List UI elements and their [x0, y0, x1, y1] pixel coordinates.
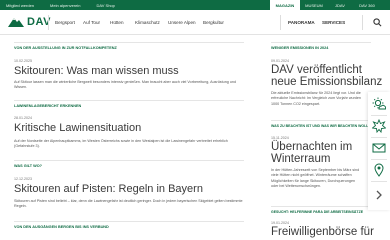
nav-item-huetten[interactable]: Hütten: [110, 20, 124, 25]
nav-item-auf-tour[interactable]: Auf Tour: [83, 20, 100, 25]
article-category: VON DEN AUSGÄNGEN BERGEN BIS INS VERBUND: [14, 225, 109, 229]
nav-divider: [48, 15, 49, 30]
article-title-line[interactable]: Übernachten im: [271, 141, 352, 154]
main-header: DAV Bergsport Auf Tour Hütten Klimaschut…: [0, 10, 390, 35]
feed-divider: [14, 221, 244, 222]
nav-item-services[interactable]: SERVICES: [322, 20, 345, 25]
top-bar: Mitglied werden Mein alpenverein DAV Sho…: [0, 0, 390, 10]
article-category: WAS GILT WO?: [14, 164, 42, 168]
article-date: 19.01.2024: [271, 221, 289, 225]
widget-divider: [371, 115, 387, 116]
article-category: WAS ZU BEACHTEN IST UND WAS WIR BEACHTEN…: [271, 124, 374, 128]
article-title-line[interactable]: neue Emissionsbilanz: [271, 76, 382, 89]
article-excerpt: Die aktuelle Emissionsbilanz für 2024 li…: [271, 91, 361, 106]
feed-divider: [271, 120, 371, 121]
article-excerpt: Auf der Nordseite der Alpenhauptkamms, i…: [14, 139, 228, 149]
article-date: 10.02.2025: [14, 59, 32, 63]
weather-icon[interactable]: [371, 96, 387, 112]
article-category: VON DER AUSSTELLUNG IN ZUR NOTFALLKOMPET…: [14, 46, 117, 50]
article-date: 09.01.2024: [271, 59, 289, 63]
topbar-link-member[interactable]: Mitglied werden: [6, 3, 34, 8]
feed-divider: [271, 42, 371, 43]
nav-divider: [280, 15, 281, 30]
article-title[interactable]: Skitouren auf Pisten: Regeln in Bayern: [14, 184, 203, 195]
topbar-link-mein-alpenverein[interactable]: Mein alpenverein: [50, 3, 80, 8]
article-date: 15.11.2024: [271, 136, 289, 140]
article-title-line[interactable]: Freiwilligenbörse für: [271, 226, 374, 239]
article-excerpt: Skitouren auf Pisten sind beliebt – klar…: [14, 199, 243, 209]
search-icon[interactable]: [373, 18, 382, 27]
side-quick-links: [368, 92, 390, 210]
article-category: LAWINENLAGEBERICHT ERKENNEN: [14, 104, 82, 108]
article-title-line[interactable]: Winterraum: [271, 153, 330, 166]
dav-logo[interactable]: DAV: [7, 16, 51, 28]
article-title[interactable]: Skitouren: Was man wissen muss: [14, 66, 179, 77]
widget-divider: [371, 159, 387, 160]
feed-divider: [14, 160, 244, 161]
article-date: 12.12.2023: [14, 177, 32, 181]
nav-divider: [362, 15, 363, 30]
nav-item-bergkultur[interactable]: Bergkultur: [203, 20, 224, 25]
article-excerpt: Auf Skitour lassen man die winterliche B…: [14, 80, 236, 90]
avalanche-icon[interactable]: [371, 118, 387, 134]
arrow-right-icon[interactable]: [371, 187, 387, 203]
nav-item-klimaschutz[interactable]: Klimaschutz: [135, 20, 160, 25]
nav-item-panorama[interactable]: PANORAMA: [288, 20, 315, 25]
feed-divider: [14, 42, 244, 43]
widget-divider: [371, 181, 387, 182]
nav-item-unsere-alpen[interactable]: Unsere Alpen: [168, 20, 196, 25]
article-category: GESUCHT: HELFERINNE PARA DIE ARBEITSEINS…: [271, 210, 364, 214]
article-excerpt: In der Hütten-Jahreszeit von September b…: [271, 168, 360, 189]
tab-magazin[interactable]: MAGAZIN: [270, 0, 300, 10]
topbar-link-shop[interactable]: DAV Shop: [96, 3, 114, 8]
mail-icon[interactable]: [371, 140, 387, 156]
tab-museum[interactable]: MUSEUM: [300, 0, 328, 10]
tab-jdav[interactable]: JDAV: [328, 0, 352, 10]
article-date: 28.01.2024: [14, 116, 32, 120]
feed-divider: [14, 100, 244, 101]
feed-divider: [271, 206, 371, 207]
article-title[interactable]: Kritische Lawinensituation: [14, 123, 141, 134]
article-title-line[interactable]: DAV veröffentlicht: [271, 64, 362, 77]
mountain-logo-icon: [8, 18, 24, 27]
nav-item-bergsport[interactable]: Bergsport: [55, 20, 75, 25]
widget-divider: [371, 137, 387, 138]
location-icon[interactable]: [371, 162, 387, 178]
article-category: WENIGER EMISSIONEN IN 2024: [271, 46, 329, 50]
tab-dav360[interactable]: DAV 360: [352, 0, 382, 10]
